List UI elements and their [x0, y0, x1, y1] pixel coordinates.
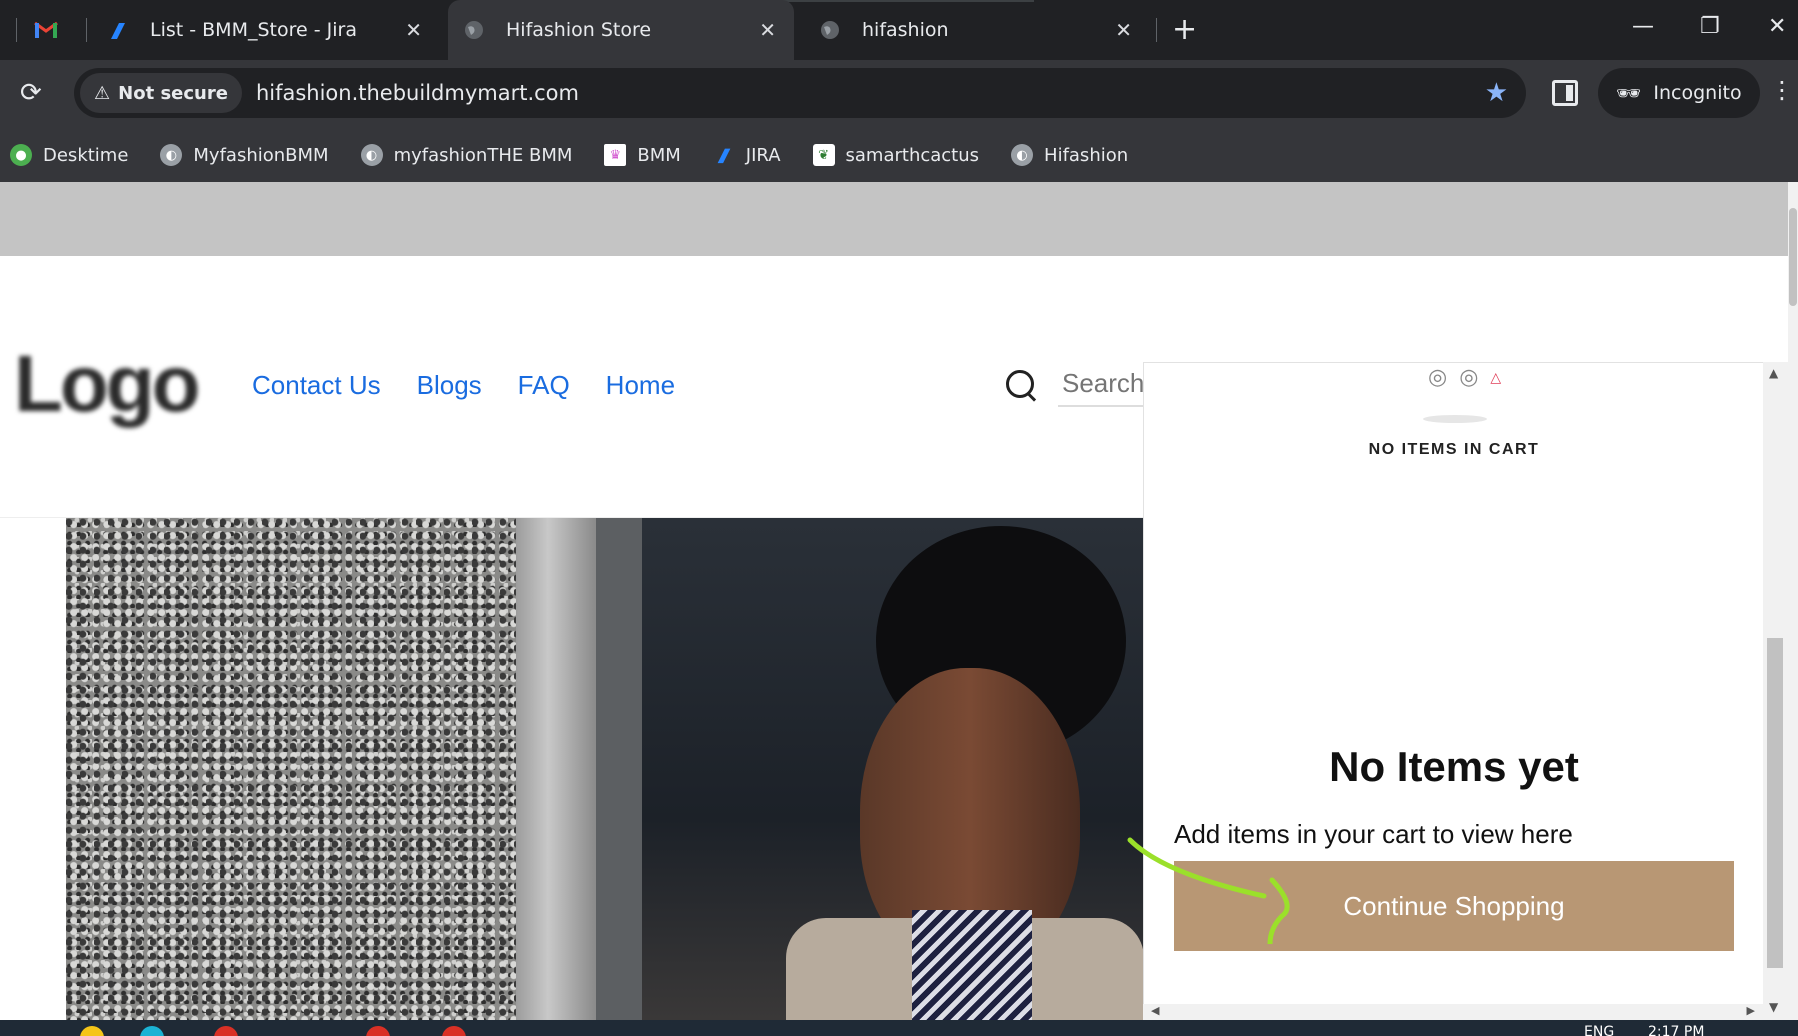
bmm-icon: ♛: [604, 144, 627, 166]
drawer-horizontal-scrollbar[interactable]: ◀ ▶: [1143, 1004, 1763, 1020]
cactus-icon: ❦: [812, 144, 835, 166]
bookmark-label: Desktime: [43, 144, 129, 166]
globe-icon: [818, 18, 842, 42]
tab-jira[interactable]: List - BMM_Store - Jira ✕: [96, 0, 440, 60]
bookmark-desktime[interactable]: ● Desktime: [10, 144, 128, 166]
side-panel-icon[interactable]: [1552, 80, 1578, 106]
site-logo[interactable]: Logo: [14, 338, 200, 430]
desktime-icon: ●: [10, 144, 32, 166]
bookmark-label: Hifashion: [1044, 144, 1129, 166]
taskbar-app-icon[interactable]: [140, 1026, 164, 1036]
page-scrollbar[interactable]: [1788, 182, 1798, 1020]
bookmarks-bar: ● Desktime ◐ MyfashionBMM ◐ myfashionTHE…: [0, 128, 1798, 182]
taskbar-app-icon[interactable]: [366, 1026, 390, 1036]
reload-icon[interactable]: ⟳: [20, 78, 50, 108]
announcement-bar: [0, 182, 1788, 256]
close-tab-icon[interactable]: ✕: [1115, 18, 1132, 42]
security-label: Not secure: [118, 82, 228, 104]
tab-title: hifashion: [862, 19, 949, 41]
browser-tab-strip: List - BMM_Store - Jira ✕ Hifashion Stor…: [0, 0, 1798, 60]
bookmark-label: JIRA: [745, 144, 781, 166]
globe-icon: ◐: [160, 144, 183, 166]
tab-separator: [1156, 18, 1157, 42]
annotation-arrow-icon: [1127, 837, 1290, 944]
nav-home[interactable]: Home: [606, 370, 675, 401]
nav-contact-us[interactable]: Contact Us: [252, 370, 381, 401]
clock[interactable]: 2:17 PM: [1648, 1024, 1704, 1036]
tab-separator: [86, 18, 87, 42]
globe-icon: [462, 18, 486, 42]
bookmark-bmm[interactable]: ♛ BMM: [604, 144, 681, 166]
close-tab-icon[interactable]: ✕: [405, 18, 422, 42]
triangle-icon: △: [1490, 369, 1502, 386]
taskbar-app-icon[interactable]: [80, 1026, 104, 1036]
language-indicator[interactable]: ENG: [1584, 1024, 1614, 1036]
browser-toolbar: ⟳ ⚠ Not secure hifashion.thebuildmymart.…: [0, 60, 1798, 128]
empty-cart-illustration: ◎ ◎ △: [1428, 365, 1501, 390]
jira-icon: [106, 18, 130, 42]
incognito-icon: 🕶: [1616, 81, 1642, 105]
scroll-left-icon[interactable]: ◀: [1151, 1004, 1159, 1017]
url-text[interactable]: hifashion.thebuildmymart.com: [256, 81, 579, 105]
ring-icon: ◎: [1459, 365, 1479, 390]
bookmark-label: MyfashionBMM: [193, 144, 329, 166]
minimize-icon[interactable]: —: [1632, 14, 1654, 39]
os-taskbar: ENG 2:17 PM: [0, 1020, 1798, 1036]
incognito-label: Incognito: [1653, 82, 1742, 104]
scroll-right-icon[interactable]: ▶: [1747, 1004, 1755, 1017]
scroll-down-icon[interactable]: ▼: [1769, 1000, 1778, 1014]
bookmark-hifashion[interactable]: ◐ Hifashion: [1011, 144, 1128, 166]
tab-title: Hifashion Store: [506, 19, 652, 41]
globe-icon: ◐: [360, 144, 383, 166]
nav-faq[interactable]: FAQ: [518, 370, 570, 401]
restore-icon[interactable]: ❐: [1700, 14, 1720, 39]
taskbar-app-icon[interactable]: [214, 1026, 238, 1036]
bookmark-label: myfashionTHE BMM: [393, 144, 573, 166]
ring-icon: ◎: [1428, 365, 1448, 390]
main-nav: Contact Us Blogs FAQ Home: [252, 370, 675, 401]
empty-cart-title: No Items yet: [1329, 743, 1579, 790]
tab-title: List - BMM_Store - Jira: [150, 19, 357, 41]
close-window-icon[interactable]: ✕: [1768, 14, 1786, 39]
security-indicator[interactable]: ⚠ Not secure: [80, 73, 242, 113]
tab-separator: [16, 18, 17, 42]
bookmark-myfashionbmm[interactable]: ◐ MyfashionBMM: [160, 144, 329, 166]
gmail-icon: [34, 18, 58, 42]
tab-gmail[interactable]: [34, 0, 84, 60]
bookmark-jira[interactable]: JIRA: [713, 144, 781, 166]
globe-icon: ◐: [1011, 144, 1034, 166]
new-tab-icon[interactable]: +: [1172, 12, 1197, 47]
incognito-badge[interactable]: 🕶 Incognito: [1598, 68, 1760, 118]
scroll-up-icon[interactable]: ▲: [1769, 366, 1778, 380]
nav-blogs[interactable]: Blogs: [417, 370, 482, 401]
bookmark-label: samarthcactus: [845, 144, 980, 166]
jira-icon: [713, 144, 735, 166]
bookmark-label: BMM: [637, 144, 681, 166]
bookmark-myfashion-the-bmm[interactable]: ◐ myfashionTHE BMM: [360, 144, 573, 166]
drawer-scrollbar[interactable]: ▲ ▼: [1763, 362, 1788, 1020]
search-icon[interactable]: [1004, 368, 1038, 402]
more-menu-icon[interactable]: ⋮: [1770, 76, 1794, 104]
address-bar[interactable]: ⚠ Not secure hifashion.thebuildmymart.co…: [74, 68, 1526, 118]
hero-image: [66, 518, 1144, 1020]
close-tab-icon[interactable]: ✕: [759, 18, 776, 42]
bookmark-star-icon[interactable]: ★: [1485, 78, 1508, 108]
bookmark-samarthcactus[interactable]: ❦ samarthcactus: [812, 144, 980, 166]
taskbar-app-icon[interactable]: [442, 1026, 466, 1036]
page-viewport: Logo Contact Us Blogs FAQ Home ◎ ◎ △ NO …: [0, 182, 1788, 1020]
tab-hifashion-store[interactable]: Hifashion Store ✕: [448, 0, 794, 60]
warning-icon: ⚠: [94, 82, 111, 104]
cart-caption: NO ITEMS IN CART: [1368, 441, 1540, 458]
tab-hifashion[interactable]: hifashion ✕: [804, 0, 1150, 60]
